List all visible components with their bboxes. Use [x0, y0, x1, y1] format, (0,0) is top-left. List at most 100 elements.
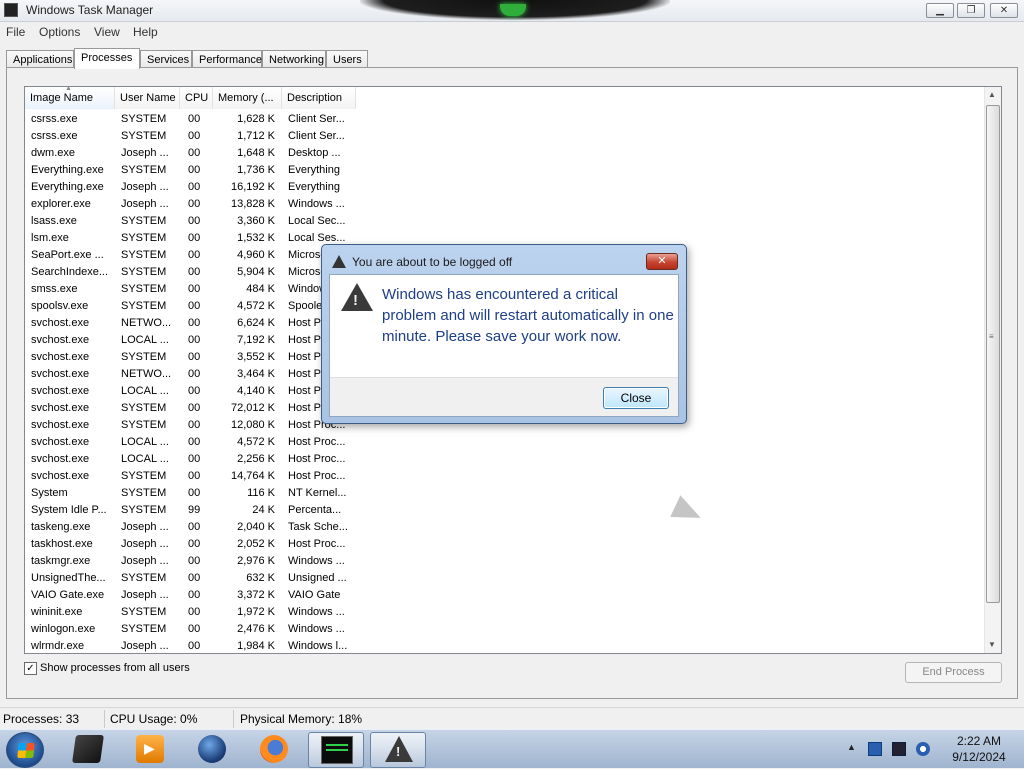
- table-row[interactable]: csrss.exe SYSTEM 00 1,628 K Client Ser...: [25, 111, 985, 128]
- menu-options[interactable]: Options: [39, 25, 80, 39]
- process-description: Everything: [288, 181, 340, 193]
- menu-file[interactable]: File: [6, 25, 25, 39]
- tab-applications[interactable]: Applications: [6, 50, 74, 68]
- table-row[interactable]: winlogon.exe SYSTEM 00 2,476 K Windows ...: [25, 621, 985, 638]
- process-cpu: 00: [188, 555, 201, 567]
- process-cpu: 00: [188, 130, 201, 142]
- process-user: SYSTEM: [121, 572, 167, 584]
- process-description: Local Sec...: [288, 215, 346, 227]
- table-row[interactable]: Everything.exe SYSTEM 00 1,736 K Everything: [25, 162, 985, 179]
- process-memory: 1,628 K: [237, 113, 275, 125]
- table-row[interactable]: Everything.exe Joseph ... 00 16,192 K Everyt…: [25, 179, 985, 196]
- table-row[interactable]: System SYSTEM 00 116 K NT Kernel...: [25, 485, 985, 502]
- warning-icon: [332, 255, 346, 268]
- table-row[interactable]: svchost.exe SYSTEM 00 14,764 K Host Proc...: [25, 468, 985, 485]
- process-cpu: 00: [188, 385, 201, 397]
- process-name: wininit.exe: [31, 606, 83, 618]
- menu-view[interactable]: View: [94, 25, 120, 39]
- table-row[interactable]: taskmgr.exe Joseph ... 00 2,976 K Windows ..…: [25, 553, 985, 570]
- process-name: Everything.exe: [31, 181, 104, 193]
- column-cpu[interactable]: CPU: [180, 87, 213, 109]
- process-cpu: 00: [188, 538, 201, 550]
- start-button[interactable]: [6, 732, 44, 768]
- process-user: LOCAL ...: [121, 334, 169, 346]
- table-row[interactable]: dwm.exe Joseph ... 00 1,648 K Desktop ...: [25, 145, 985, 162]
- dialog-close-button[interactable]: Close: [603, 387, 669, 409]
- tab-processes[interactable]: Processes: [74, 48, 140, 69]
- tray-expand-icon[interactable]: ▲: [847, 742, 856, 752]
- minimize-button[interactable]: ▁: [926, 3, 954, 18]
- taskbar-task-manager[interactable]: [308, 732, 364, 768]
- process-description: Host Proc...: [288, 436, 346, 448]
- window-title: Windows Task Manager: [26, 3, 154, 17]
- table-row[interactable]: System Idle P... SYSTEM 99 24 K Percenta...: [25, 502, 985, 519]
- process-cpu: 00: [188, 436, 201, 448]
- scrollbar-thumb[interactable]: [986, 105, 1000, 603]
- table-row[interactable]: lsass.exe SYSTEM 00 3,360 K Local Sec...: [25, 213, 985, 230]
- clock-date[interactable]: 9/12/2024: [944, 750, 1014, 764]
- process-name: svchost.exe: [31, 453, 90, 465]
- table-row[interactable]: csrss.exe SYSTEM 00 1,712 K Client Ser...: [25, 128, 985, 145]
- status-separator: [233, 710, 234, 728]
- close-window-button[interactable]: ✕: [990, 3, 1018, 18]
- process-description: Windows ...: [288, 606, 345, 618]
- restore-button[interactable]: ❐: [957, 3, 985, 18]
- table-row[interactable]: explorer.exe Joseph ... 00 13,828 K Windows …: [25, 196, 985, 213]
- tray-monitor-icon[interactable]: [892, 742, 906, 756]
- process-name: SeaPort.exe ...: [31, 249, 104, 261]
- title-bar: Windows Task Manager ▁ ❐ ✕: [0, 0, 1024, 22]
- process-cpu: 00: [188, 164, 201, 176]
- tab-networking[interactable]: Networking: [262, 50, 326, 68]
- sort-arrow-icon: ▲: [65, 87, 72, 92]
- menu-help[interactable]: Help: [133, 25, 158, 39]
- taskbar-app[interactable]: [60, 732, 116, 768]
- process-cpu: 00: [188, 606, 201, 618]
- clock-time[interactable]: 2:22 AM: [944, 734, 1014, 748]
- tray-app-icon[interactable]: [868, 742, 882, 756]
- table-row[interactable]: taskeng.exe Joseph ... 00 2,040 K Task Sche.…: [25, 519, 985, 536]
- globe-icon: [198, 735, 226, 763]
- led-icon: [500, 4, 526, 16]
- table-row[interactable]: svchost.exe LOCAL ... 00 4,572 K Host Proc..…: [25, 434, 985, 451]
- process-description: NT Kernel...: [288, 487, 347, 499]
- process-cpu: 00: [188, 470, 201, 482]
- show-all-users-checkbox[interactable]: ✓: [24, 662, 37, 675]
- table-row[interactable]: taskhost.exe Joseph ... 00 2,052 K Host Proc…: [25, 536, 985, 553]
- table-row[interactable]: VAIO Gate.exe Joseph ... 00 3,372 K VAIO Gat…: [25, 587, 985, 604]
- menu-bar: File Options View Help: [0, 22, 1024, 42]
- process-user: SYSTEM: [121, 487, 167, 499]
- process-memory: 3,372 K: [237, 589, 275, 601]
- end-process-button[interactable]: End Process: [905, 662, 1002, 683]
- column-memory[interactable]: Memory (...: [213, 87, 282, 109]
- process-name: svchost.exe: [31, 334, 90, 346]
- process-name: System Idle P...: [31, 504, 107, 516]
- vertical-scrollbar[interactable]: ▲ ≡ ▼: [984, 87, 1001, 653]
- table-row[interactable]: wininit.exe SYSTEM 00 1,972 K Windows ...: [25, 604, 985, 621]
- dialog-close-x-button[interactable]: ✕: [646, 253, 678, 270]
- scroll-down-icon[interactable]: ▼: [988, 640, 996, 649]
- column-user-name[interactable]: User Name: [115, 87, 180, 109]
- process-description: Task Sche...: [288, 521, 348, 533]
- tab-users[interactable]: Users: [326, 50, 368, 68]
- process-memory: 14,764 K: [230, 470, 275, 482]
- tab-performance[interactable]: Performance: [192, 50, 262, 68]
- process-name: smss.exe: [31, 283, 78, 295]
- taskbar-media-player[interactable]: [122, 732, 178, 768]
- column-description[interactable]: Description: [282, 87, 356, 109]
- process-name: svchost.exe: [31, 368, 90, 380]
- tab-services[interactable]: Services: [140, 50, 192, 68]
- process-memory: 13,828 K: [230, 198, 275, 210]
- taskbar-warning-dialog[interactable]: !: [370, 732, 426, 768]
- column-image-name[interactable]: ▲ Image Name: [25, 87, 115, 109]
- taskbar-browser[interactable]: [184, 732, 240, 768]
- process-name: spoolsv.exe: [31, 300, 89, 312]
- scroll-up-icon[interactable]: ▲: [988, 90, 996, 99]
- tray-network-icon[interactable]: [916, 742, 930, 756]
- table-row[interactable]: svchost.exe LOCAL ... 00 2,256 K Host Proc..…: [25, 451, 985, 468]
- table-row[interactable]: UnsignedThe... SYSTEM 00 632 K Unsigned ...: [25, 570, 985, 587]
- process-name: svchost.exe: [31, 470, 90, 482]
- process-cpu: 00: [188, 198, 201, 210]
- taskbar-firefox[interactable]: [246, 732, 302, 768]
- process-name: SearchIndexe...: [31, 266, 109, 278]
- table-row[interactable]: wlrmdr.exe Joseph ... 00 1,984 K Windows l..…: [25, 638, 985, 655]
